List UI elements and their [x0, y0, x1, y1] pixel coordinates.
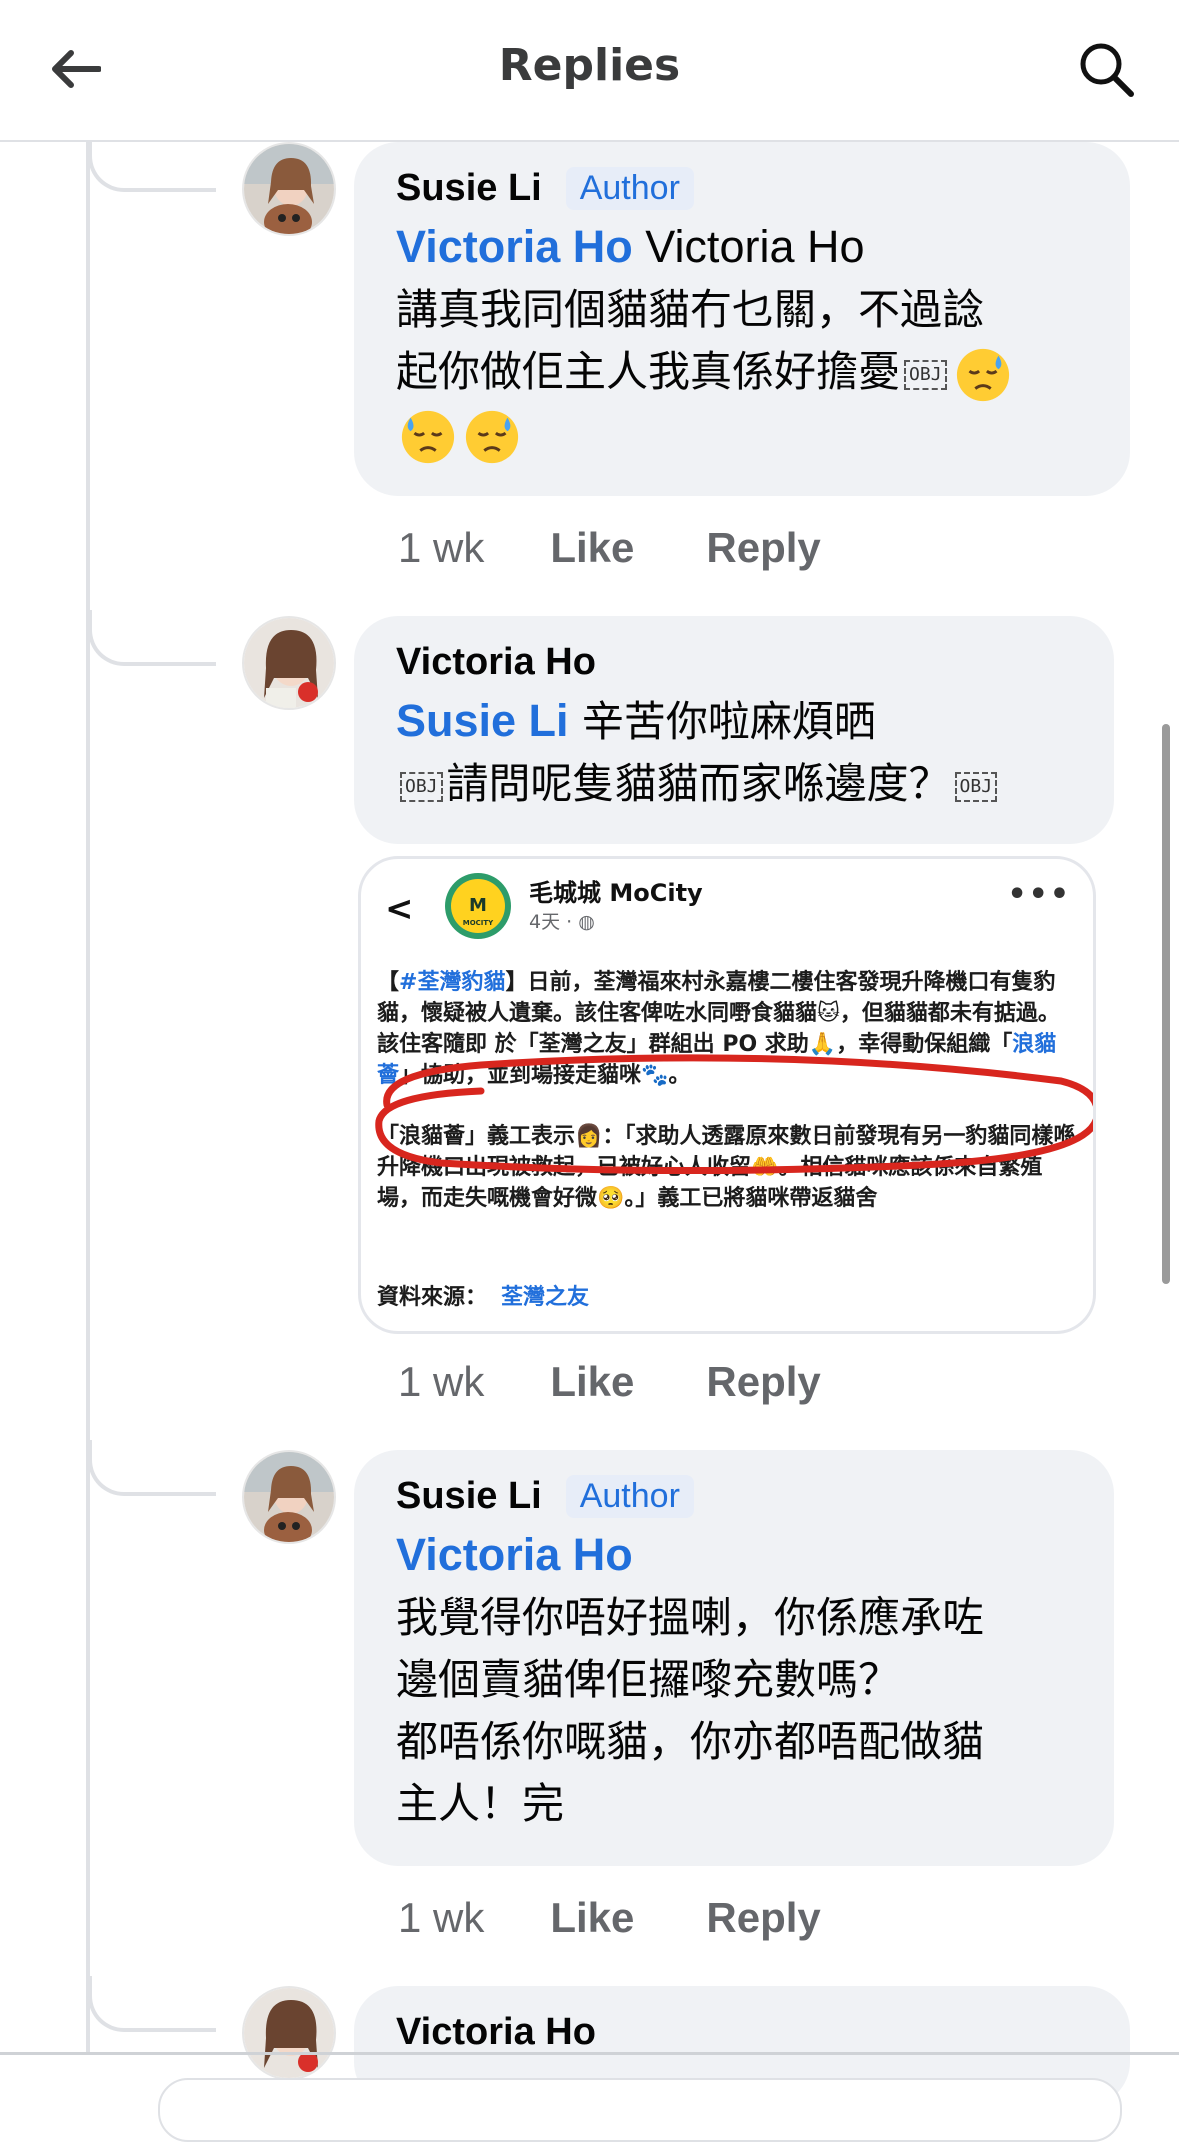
comment-bubble[interactable]: Victoria Ho Susie Li 辛苦你啦麻煩晒 OBJ 請問呢隻貓貓而家… — [354, 616, 1114, 844]
comment-actions: 1 wk Like Reply — [398, 518, 821, 578]
mention-link[interactable]: Susie Li — [396, 695, 569, 746]
reply-connector — [88, 610, 216, 666]
comment-time[interactable]: 1 wk — [398, 1894, 484, 1942]
svg-text:MOCITY: MOCITY — [463, 919, 494, 927]
attachment-page-name: 毛城城 MoCity — [529, 879, 703, 907]
object-placeholder: OBJ — [954, 771, 998, 802]
comment-actions: 1 wk Like Reply — [398, 1888, 821, 1948]
comment-author[interactable]: Victoria Ho — [396, 641, 596, 684]
reply-connector — [88, 140, 216, 192]
comment-actions: 1 wk Like Reply — [398, 1352, 821, 1412]
comment-author[interactable]: Susie Li — [396, 167, 542, 210]
top-app-bar: Replies — [0, 0, 1179, 142]
search-icon — [1080, 43, 1134, 97]
attached-screenshot[interactable]: < M MOCITY 毛城城 MoCity 4天 · ◍ ••• 【#荃灣豹貓】… — [358, 856, 1096, 1334]
page-title: Replies — [498, 40, 681, 91]
attachment-back-icon: < — [385, 889, 414, 929]
author-badge: Author — [565, 1474, 694, 1518]
mention-link[interactable]: Victoria Ho — [396, 221, 633, 272]
svg-text:M: M — [469, 895, 487, 916]
avatar[interactable] — [242, 1986, 336, 2080]
attachment-paragraph: 【#荃灣豹貓】日前，荃灣福來村永嘉樓二樓住客發現升降機口有隻豹貓，懷疑被人遺棄。… — [377, 970, 1060, 1088]
comment-time[interactable]: 1 wk — [398, 1358, 484, 1406]
reply-button[interactable]: Reply — [706, 1894, 820, 1942]
comment-text: Victoria Ho Victoria Ho 講真我同個貓貓冇乜關，不過諗 起… — [396, 216, 1090, 466]
globe-icon: ◍ — [578, 911, 595, 933]
author-badge: Author — [565, 166, 694, 210]
reply-connector — [88, 1440, 216, 1496]
thread-line — [86, 140, 90, 2052]
reply-connector — [88, 1976, 216, 2032]
comment-text: Victoria Ho 我覺得你唔好搵喇，你係應承咗 邊個賣貓俾佢攞嚟充數嗎？ … — [396, 1529, 985, 1828]
like-button[interactable]: Like — [550, 1358, 634, 1406]
more-options-icon: ••• — [1007, 877, 1071, 912]
comment-author[interactable]: Susie Li — [396, 1475, 542, 1518]
object-placeholder: OBJ — [400, 771, 443, 802]
comment-text: Susie Li 辛苦你啦麻煩晒 OBJ 請問呢隻貓貓而家喺邊度？ OBJ — [396, 690, 1074, 815]
reply-input[interactable] — [158, 2078, 1122, 2142]
search-button[interactable] — [1071, 34, 1141, 104]
like-button[interactable]: Like — [550, 1894, 634, 1942]
avatar[interactable] — [242, 1450, 336, 1544]
comment-bubble[interactable]: Susie Li Author Victoria Ho 我覺得你唔好搵喇，你係應… — [354, 1450, 1114, 1866]
sweat-face-emoji-icon — [465, 410, 519, 464]
mocity-logo: M MOCITY — [445, 873, 511, 939]
comment-author[interactable]: Victoria Ho — [396, 2011, 596, 2054]
sweat-face-emoji-icon — [401, 410, 455, 464]
comment-bubble[interactable]: Susie Li Author Victoria Ho Victoria Ho … — [354, 142, 1130, 496]
composer-divider — [0, 2052, 1179, 2055]
scrollbar[interactable] — [1162, 724, 1170, 1284]
reply-button[interactable]: Reply — [706, 1358, 820, 1406]
attachment-source: 資料來源： 荃灣之友 — [377, 1285, 590, 1310]
avatar[interactable] — [242, 142, 336, 236]
attachment-post-time: 4天 · ◍ — [529, 911, 595, 933]
object-placeholder: OBJ — [904, 359, 947, 390]
reply-button[interactable]: Reply — [706, 524, 820, 572]
comment-time[interactable]: 1 wk — [398, 524, 484, 572]
mention-link[interactable]: Victoria Ho — [396, 1529, 633, 1580]
like-button[interactable]: Like — [550, 524, 634, 572]
sweat-face-emoji-icon — [956, 348, 1009, 401]
attachment-paragraph: 「浪貓薈」義工表示👩：「求助人透露原來數日前發現有另一豹貓同樣喺升降機口出現被救… — [377, 1124, 1076, 1211]
avatar[interactable] — [242, 616, 336, 710]
